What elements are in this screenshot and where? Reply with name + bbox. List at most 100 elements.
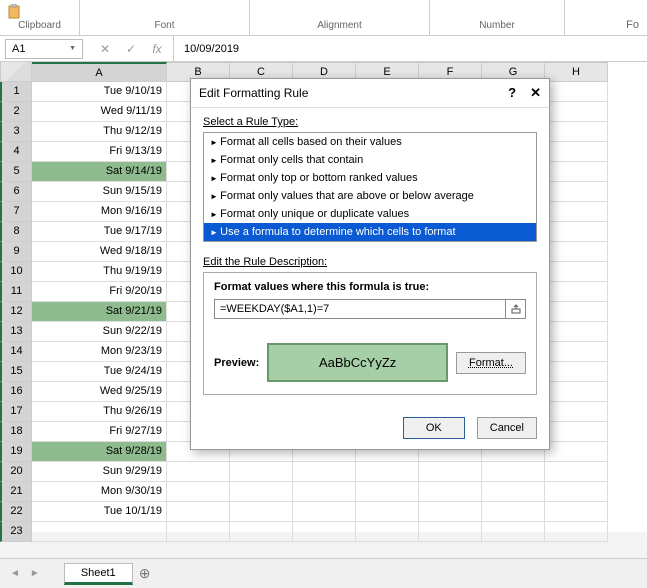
cell[interactable]: Wed 9/25/19	[32, 382, 167, 402]
row-header[interactable]: 14	[0, 342, 32, 362]
chevron-down-icon[interactable]: ▼	[69, 45, 76, 52]
cell[interactable]: Mon 9/23/19	[32, 342, 167, 362]
rule-type-item[interactable]: Format only values that are above or bel…	[204, 187, 536, 205]
cell[interactable]	[293, 502, 356, 522]
cell[interactable]	[545, 102, 608, 122]
cell[interactable]	[545, 402, 608, 422]
select-all-corner[interactable]	[0, 62, 32, 82]
cell[interactable]	[32, 522, 167, 542]
dialog-titlebar[interactable]: Edit Formatting Rule ? ✕	[191, 79, 549, 108]
row-header[interactable]: 2	[0, 102, 32, 122]
cell[interactable]	[419, 462, 482, 482]
row-header[interactable]: 21	[0, 482, 32, 502]
cell[interactable]	[293, 522, 356, 542]
row-header[interactable]: 11	[0, 282, 32, 302]
row-header[interactable]: 17	[0, 402, 32, 422]
enter-icon[interactable]: ✓	[121, 42, 141, 56]
row-header[interactable]: 12	[0, 302, 32, 322]
cell[interactable]	[545, 322, 608, 342]
cell[interactable]	[545, 462, 608, 482]
next-sheet-icon[interactable]: ►	[26, 568, 44, 579]
cell[interactable]	[545, 162, 608, 182]
cell[interactable]	[545, 422, 608, 442]
row-header[interactable]: 18	[0, 422, 32, 442]
cell[interactable]: Wed 9/11/19	[32, 102, 167, 122]
rule-type-item[interactable]: Use a formula to determine which cells t…	[204, 223, 536, 241]
help-icon[interactable]: ?	[508, 85, 516, 101]
cell[interactable]	[545, 302, 608, 322]
cell[interactable]	[167, 462, 230, 482]
row-header[interactable]: 16	[0, 382, 32, 402]
cell[interactable]	[167, 522, 230, 542]
row-header[interactable]: 1	[0, 82, 32, 102]
cell[interactable]	[482, 482, 545, 502]
rule-type-item[interactable]: Format only unique or duplicate values	[204, 205, 536, 223]
cell[interactable]: Tue 9/24/19	[32, 362, 167, 382]
cell[interactable]: Sun 9/15/19	[32, 182, 167, 202]
cell[interactable]: Sun 9/29/19	[32, 462, 167, 482]
row-header[interactable]: 10	[0, 262, 32, 282]
cell[interactable]	[356, 482, 419, 502]
cell[interactable]	[293, 482, 356, 502]
column-header[interactable]: H	[545, 62, 608, 82]
cell[interactable]	[545, 142, 608, 162]
name-box[interactable]: A1 ▼	[5, 39, 83, 59]
cell[interactable]	[545, 82, 608, 102]
fx-icon[interactable]: fx	[147, 42, 167, 56]
row-header[interactable]: 13	[0, 322, 32, 342]
ribbon-group-number[interactable]: Number	[430, 0, 565, 35]
cell[interactable]	[419, 522, 482, 542]
cell[interactable]	[545, 522, 608, 542]
cell[interactable]: Thu 9/12/19	[32, 122, 167, 142]
cell[interactable]	[545, 482, 608, 502]
cancel-icon[interactable]: ✕	[95, 42, 115, 56]
cell[interactable]	[545, 122, 608, 142]
rule-type-list[interactable]: Format all cells based on their valuesFo…	[203, 132, 537, 242]
cell[interactable]	[482, 462, 545, 482]
cell[interactable]: Wed 9/18/19	[32, 242, 167, 262]
row-header[interactable]: 22	[0, 502, 32, 522]
name-box-value[interactable]: A1	[12, 43, 25, 55]
cell[interactable]	[230, 502, 293, 522]
cell[interactable]: Tue 9/10/19	[32, 82, 167, 102]
cell[interactable]: Thu 9/19/19	[32, 262, 167, 282]
rule-type-item[interactable]: Format only cells that contain	[204, 151, 536, 169]
add-sheet-icon[interactable]: ⊕	[139, 565, 151, 582]
cell[interactable]	[230, 522, 293, 542]
cell[interactable]: Mon 9/16/19	[32, 202, 167, 222]
cell[interactable]	[482, 502, 545, 522]
cell[interactable]	[356, 462, 419, 482]
ok-button[interactable]: OK	[403, 417, 465, 439]
cell[interactable]	[545, 342, 608, 362]
cell[interactable]: Fri 9/20/19	[32, 282, 167, 302]
cell[interactable]: Sat 9/21/19	[32, 302, 167, 322]
ribbon-group-alignment[interactable]: Alignment	[250, 0, 430, 35]
cell[interactable]: Sat 9/14/19	[32, 162, 167, 182]
cell[interactable]	[545, 442, 608, 462]
cell[interactable]: Fri 9/27/19	[32, 422, 167, 442]
cell[interactable]	[545, 382, 608, 402]
cell[interactable]	[545, 222, 608, 242]
cell[interactable]	[356, 522, 419, 542]
cell[interactable]	[545, 242, 608, 262]
cell[interactable]	[419, 502, 482, 522]
cell[interactable]	[230, 462, 293, 482]
close-icon[interactable]: ✕	[530, 85, 541, 101]
cell[interactable]: Sun 9/22/19	[32, 322, 167, 342]
row-header[interactable]: 3	[0, 122, 32, 142]
row-header[interactable]: 8	[0, 222, 32, 242]
cell[interactable]	[545, 262, 608, 282]
cell[interactable]	[167, 482, 230, 502]
cell[interactable]	[419, 482, 482, 502]
ribbon-group-font[interactable]: Font	[80, 0, 250, 35]
cell[interactable]	[545, 202, 608, 222]
cell[interactable]: Mon 9/30/19	[32, 482, 167, 502]
cell[interactable]: Tue 10/1/19	[32, 502, 167, 522]
row-header[interactable]: 4	[0, 142, 32, 162]
cell[interactable]	[482, 522, 545, 542]
rule-type-item[interactable]: Format only top or bottom ranked values	[204, 169, 536, 187]
cell[interactable]: Tue 9/17/19	[32, 222, 167, 242]
cell[interactable]	[545, 502, 608, 522]
ribbon-group-clipboard[interactable]: Clipboard	[0, 0, 80, 35]
sheet-tab-sheet1[interactable]: Sheet1	[64, 563, 133, 585]
